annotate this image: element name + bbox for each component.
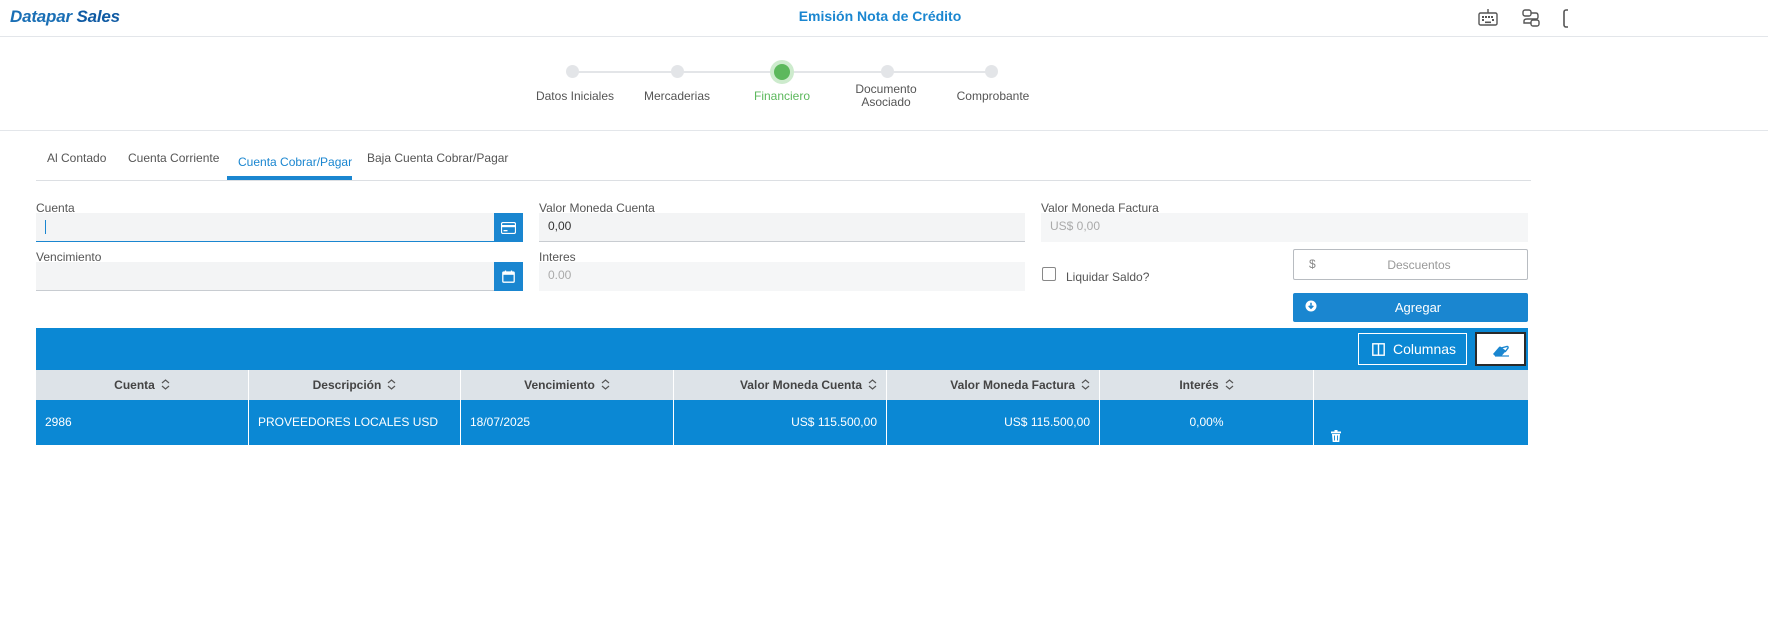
tab-cuenta-corriente[interactable]: Cuenta Corriente <box>128 151 219 165</box>
column-header-valor-moneda-factura[interactable]: Valor Moneda Factura <box>887 370 1100 400</box>
grid-header: Cuenta Descripción Vencimiento Valor Mon… <box>36 370 1528 400</box>
cuenta-lookup-button[interactable] <box>494 213 523 242</box>
tab-cuenta-cobrar-pagar[interactable]: Cuenta Cobrar/Pagar <box>238 155 352 169</box>
keyboard-icon[interactable] <box>1477 7 1499 29</box>
column-header-label: Valor Moneda Factura <box>950 378 1075 392</box>
column-header-interes[interactable]: Interés <box>1100 370 1314 400</box>
column-header-label: Vencimiento <box>524 378 595 392</box>
descuentos-input[interactable] <box>1324 255 1514 275</box>
step-label-comprobante[interactable]: Comprobante <box>933 90 1053 103</box>
table-row[interactable]: 2986 PROVEEDORES LOCALES USD 18/07/2025 … <box>36 400 1528 445</box>
cell-descripcion: PROVEEDORES LOCALES USD <box>249 400 461 445</box>
column-header-actions <box>1314 370 1528 400</box>
columns-label: Columnas <box>1393 341 1457 357</box>
step-dot-datos-iniciales[interactable] <box>566 65 579 78</box>
vencimiento-input[interactable] <box>36 262 494 291</box>
columns-button[interactable]: Columnas <box>1358 333 1467 365</box>
sort-icon <box>868 371 877 401</box>
step-dot-mercaderias[interactable] <box>671 65 684 78</box>
column-header-cuenta[interactable]: Cuenta <box>36 370 249 400</box>
cell-valor-moneda-factura: US$ 115.500,00 <box>887 400 1100 445</box>
page-title: Emisión Nota de Crédito <box>798 8 962 24</box>
dollar-symbol: $ <box>1309 257 1316 271</box>
cell-interes: 0,00% <box>1100 400 1314 445</box>
cell-vencimiento: 18/07/2025 <box>461 400 674 445</box>
text-cursor <box>45 219 46 234</box>
top-bar: Datapar Sales Emisión Nota de Crédito <box>0 0 1768 37</box>
valor-moneda-cuenta-input[interactable]: 0,00 <box>539 213 1025 242</box>
agregar-label: Agregar <box>1394 300 1442 315</box>
clear-filters-button[interactable] <box>1475 332 1526 366</box>
cell-actions <box>1314 400 1528 445</box>
column-header-label: Cuenta <box>114 378 155 392</box>
trash-icon[interactable] <box>1331 416 1341 461</box>
cuenta-input[interactable] <box>36 213 494 242</box>
logo-text-datapar: Datapar <box>10 7 72 26</box>
step-dot-documento-asociado[interactable] <box>881 65 894 78</box>
liquidar-saldo-checkbox[interactable] <box>1042 267 1056 281</box>
column-header-label: Descripción <box>312 378 382 392</box>
step-dot-financiero[interactable] <box>774 64 790 80</box>
sort-icon <box>601 371 610 401</box>
eraser-icon <box>1492 344 1510 362</box>
column-header-descripcion[interactable]: Descripción <box>249 370 461 400</box>
sort-icon <box>387 371 396 401</box>
column-header-label: Interés <box>1179 378 1219 392</box>
grid-toolbar: Columnas <box>36 328 1528 371</box>
column-header-label: Valor Moneda Cuenta <box>739 378 862 392</box>
agregar-button[interactable]: Agregar <box>1293 293 1528 322</box>
column-header-vencimiento[interactable]: Vencimiento <box>461 370 674 400</box>
valor-moneda-factura-input[interactable]: US$ 0,00 <box>1041 213 1528 242</box>
interes-input[interactable]: 0.00 <box>539 262 1025 291</box>
payment-tabs: Al Contado Cuenta Corriente Cuenta Cobra… <box>36 140 1531 181</box>
sort-icon <box>161 371 170 401</box>
tablet-icon[interactable] <box>1561 7 1568 29</box>
step-label-financiero[interactable]: Financiero <box>722 90 842 103</box>
logo-text-sales: Sales <box>76 7 120 26</box>
progress-stepper: Datos Iniciales Mercaderias Financiero D… <box>0 37 1768 131</box>
liquidar-saldo-label: Liquidar Saldo? <box>1066 270 1150 284</box>
sort-icon <box>1081 371 1090 401</box>
routing-icon[interactable] <box>1520 7 1542 29</box>
active-tab-indicator <box>227 176 352 180</box>
cell-cuenta: 2986 <box>36 400 249 445</box>
descuentos-field: $ <box>1293 249 1528 280</box>
step-label-documento-asociado[interactable]: Documento Asociado <box>846 83 926 109</box>
step-dot-comprobante[interactable] <box>985 65 998 78</box>
app-logo[interactable]: Datapar Sales <box>10 7 120 27</box>
calendar-icon <box>502 270 515 288</box>
sort-icon <box>1225 371 1234 401</box>
step-label-mercaderias[interactable]: Mercaderias <box>617 90 737 103</box>
columns-icon <box>1372 343 1385 359</box>
credit-card-icon <box>500 221 517 239</box>
column-header-valor-moneda-cuenta[interactable]: Valor Moneda Cuenta <box>674 370 887 400</box>
tab-baja-cuenta-cobrar-pagar[interactable]: Baja Cuenta Cobrar/Pagar <box>367 151 508 165</box>
cell-valor-moneda-cuenta: US$ 115.500,00 <box>674 400 887 445</box>
vencimiento-calendar-button[interactable] <box>494 262 523 291</box>
tab-al-contado[interactable]: Al Contado <box>47 151 106 165</box>
